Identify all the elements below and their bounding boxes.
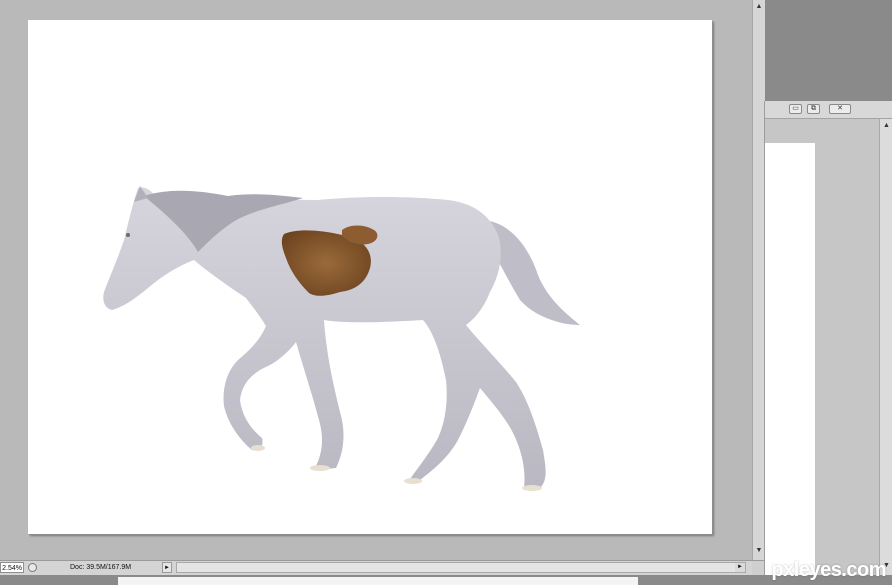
window-body — [765, 119, 879, 575]
hoof-back-right — [522, 485, 542, 491]
bottom-workspace-strip — [0, 575, 892, 585]
second-document-window: ▭ ⧉ ✕ ▲ ▼ — [764, 101, 892, 575]
scroll-right-icon[interactable]: ► — [735, 563, 745, 572]
horizontal-scrollbar[interactable]: ► — [176, 562, 746, 573]
zoom-level-field[interactable]: 2.54% — [0, 562, 24, 573]
minimize-icon[interactable]: ▭ — [789, 104, 802, 114]
window-title-bar[interactable]: ▭ ⧉ ✕ — [765, 101, 892, 119]
hoof-front — [310, 465, 330, 471]
scroll-up-icon[interactable]: ▲ — [754, 2, 764, 12]
second-document-canvas[interactable] — [765, 143, 815, 575]
info-icon[interactable] — [28, 563, 37, 572]
hoof-raised — [251, 445, 265, 451]
status-flyout-arrow-icon[interactable]: ► — [162, 562, 172, 573]
scroll-up-icon[interactable]: ▲ — [881, 121, 892, 131]
document-size-info: Doc: 39.5M/167.9M — [70, 564, 132, 571]
horse-image — [103, 186, 580, 491]
window-vertical-scrollbar[interactable]: ▲ ▼ — [879, 119, 892, 575]
status-bar: 2.54% Doc: 39.5M/167.9M ► ► — [0, 560, 764, 575]
restore-icon[interactable]: ⧉ — [807, 104, 820, 114]
hoof-back-left — [404, 478, 422, 484]
document-workspace — [0, 0, 752, 560]
image-canvas[interactable] — [28, 20, 712, 534]
horse-eye — [126, 233, 130, 237]
resize-grip[interactable] — [752, 561, 764, 575]
close-icon[interactable]: ✕ — [829, 104, 851, 114]
background-canvas-peek — [118, 577, 638, 585]
watermark-text: pxleyes.com — [771, 559, 886, 581]
scroll-down-icon[interactable]: ▼ — [754, 546, 764, 556]
